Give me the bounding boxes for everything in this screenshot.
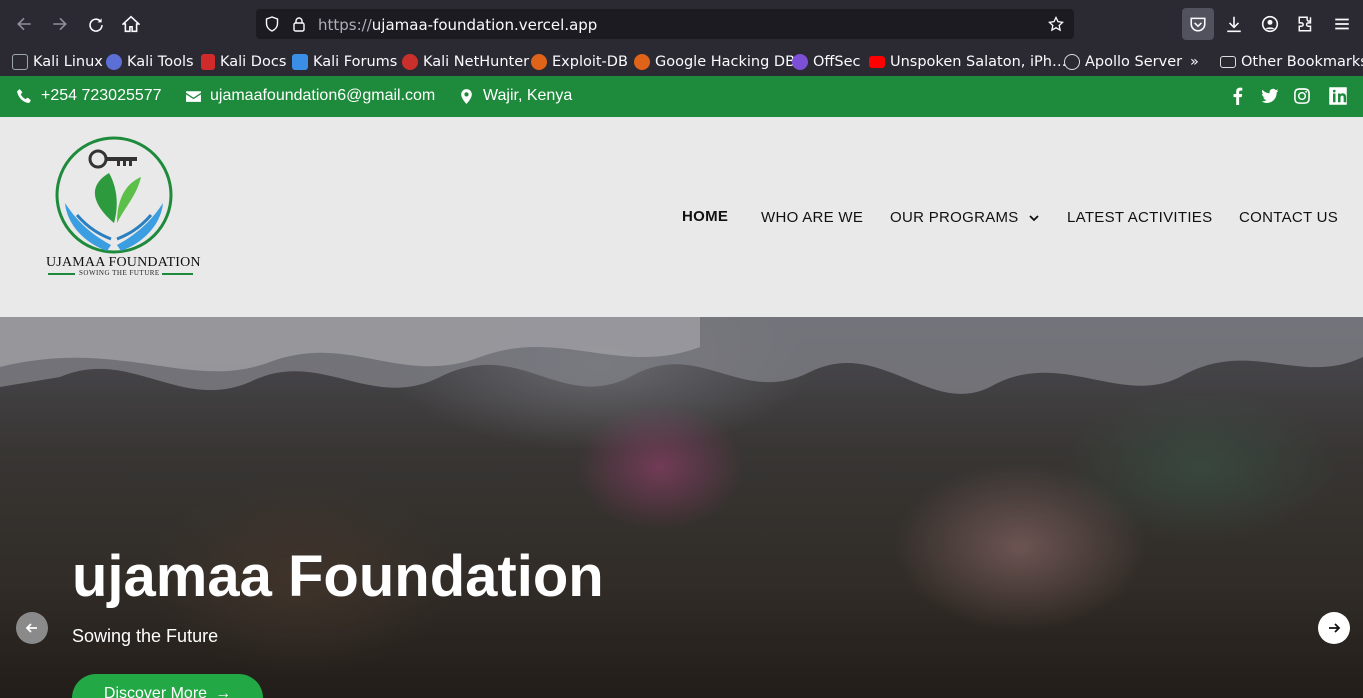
discover-more-label: Discover More (103, 685, 208, 698)
bookmark-label: Kali Tools (127, 54, 194, 70)
url-text[interactable]: https://ujamaa-foundation.vercel.app (318, 16, 597, 34)
instagram-icon[interactable] (1293, 87, 1311, 105)
youtube-icon (869, 56, 885, 68)
reload-icon[interactable] (84, 12, 108, 36)
folder-icon (1220, 56, 1236, 68)
kali-tools-icon (106, 54, 122, 70)
other-bookmarks[interactable]: Other Bookmarks (1220, 52, 1363, 72)
url-scheme: https:// (318, 16, 372, 34)
lock-icon[interactable] (291, 16, 307, 32)
bookmark-kali-nethunter[interactable]: Kali NetHunter (402, 52, 529, 72)
hero-carousel: ujamaa Foundation Sowing the Future Disc… (0, 317, 1363, 698)
bookmark-label: Kali NetHunter (423, 54, 530, 70)
home-icon[interactable] (119, 12, 143, 36)
email-address: ujamaafoundation6@gmail.com (210, 87, 436, 104)
ghdb-icon (634, 54, 650, 70)
carousel-next-button[interactable] (1318, 612, 1350, 644)
location-text: Wajir, Kenya (483, 87, 573, 104)
email-contact[interactable]: ujamaafoundation6@gmail.com (185, 87, 435, 105)
bookmark-label: Unspoken Salaton, iPh… (890, 54, 1067, 70)
arrow-right-icon (1329, 623, 1341, 633)
logo-divider-left (48, 273, 75, 275)
bookmark-label: Kali Forums (313, 54, 398, 70)
phone-contact[interactable]: +254 723025577 (16, 87, 162, 105)
bookmark-label: OffSec (813, 54, 861, 70)
envelope-icon (186, 90, 201, 102)
chevron-down-icon (1028, 214, 1039, 221)
logo-divider-right (162, 273, 193, 275)
arrow-right-icon: → (215, 685, 232, 698)
other-bookmarks-label: Other Bookmarks (1241, 54, 1363, 70)
hero-title: ujamaa Foundation (72, 544, 604, 609)
account-icon[interactable] (1258, 12, 1282, 36)
map-pin-icon (461, 88, 472, 104)
bookmark-kali-forums[interactable]: Kali Forums (292, 52, 397, 72)
bookmarks-bar: Kali Linux Kali Tools Kali Docs Kali For… (0, 48, 1363, 76)
nav-who-are-we[interactable]: WHO ARE WE (761, 209, 863, 226)
nav-our-programs[interactable]: OUR PROGRAMS (890, 209, 1040, 226)
phone-icon (17, 88, 31, 103)
bookmark-label: Kali Docs (220, 54, 287, 70)
menu-icon[interactable] (1330, 12, 1354, 36)
kali-forums-icon (292, 54, 308, 70)
bookmark-kali-tools[interactable]: Kali Tools (106, 52, 194, 72)
nav-our-programs-label: OUR PROGRAMS (890, 209, 1019, 226)
arrow-left-icon (25, 623, 37, 633)
download-icon[interactable] (1222, 12, 1246, 36)
bookmark-label: Google Hacking DB (655, 54, 796, 70)
globe-icon (1064, 54, 1080, 70)
phone-number: +254 723025577 (41, 87, 162, 104)
bookmark-offsec[interactable]: OffSec (792, 52, 861, 72)
url-host: ujamaa-foundation.vercel.app (371, 16, 598, 34)
bookmarks-overflow-icon[interactable]: » (1190, 52, 1199, 72)
shield-icon[interactable] (264, 16, 280, 32)
nethunter-icon (402, 54, 418, 70)
bookmark-exploit-db[interactable]: Exploit-DB (531, 52, 628, 72)
extensions-icon[interactable] (1294, 12, 1318, 36)
nav-latest-activities[interactable]: LATEST ACTIVITIES (1067, 209, 1212, 226)
nav-contact-us[interactable]: CONTACT US (1239, 209, 1338, 226)
forward-icon[interactable] (48, 12, 72, 36)
contact-info-bar: +254 723025577 ujamaafoundation6@gmail.c… (0, 76, 1363, 117)
pocket-icon[interactable] (1186, 12, 1210, 36)
bookmark-label: Exploit-DB (552, 54, 628, 70)
browser-toolbar: https://ujamaa-foundation.vercel.app (0, 0, 1363, 48)
star-icon[interactable] (1048, 16, 1064, 32)
twitter-icon[interactable] (1261, 87, 1279, 105)
back-icon[interactable] (12, 12, 36, 36)
logo-tagline: SOWING THE FUTURE (79, 269, 160, 277)
bookmark-label: Apollo Server Vs (1085, 54, 1185, 70)
bookmark-google-hacking-db[interactable]: Google Hacking DB (634, 52, 795, 72)
kali-icon (12, 54, 28, 70)
bookmark-youtube[interactable]: Unspoken Salaton, iPh… (869, 52, 1066, 72)
offsec-icon (792, 54, 808, 70)
hero-subtitle: Sowing the Future (72, 626, 219, 646)
bookmark-apollo[interactable]: Apollo Server Vs (1064, 52, 1185, 72)
kali-docs-icon (201, 54, 215, 70)
discover-more-button[interactable]: Discover More → (72, 674, 263, 698)
site-header: UJAMAA FOUNDATION SOWING THE FUTURE HOME… (0, 117, 1363, 317)
linkedin-icon[interactable] (1328, 86, 1348, 106)
bookmark-kali-linux[interactable]: Kali Linux (12, 52, 103, 72)
carousel-prev-button[interactable] (16, 612, 48, 644)
location-contact: Wajir, Kenya (458, 87, 572, 105)
nav-home[interactable]: HOME (682, 208, 728, 225)
exploit-db-icon (531, 54, 547, 70)
facebook-icon[interactable] (1229, 87, 1247, 105)
bookmark-label: Kali Linux (33, 54, 103, 70)
bookmark-kali-docs[interactable]: Kali Docs (201, 52, 286, 72)
url-bar[interactable]: https://ujamaa-foundation.vercel.app (256, 9, 1074, 39)
